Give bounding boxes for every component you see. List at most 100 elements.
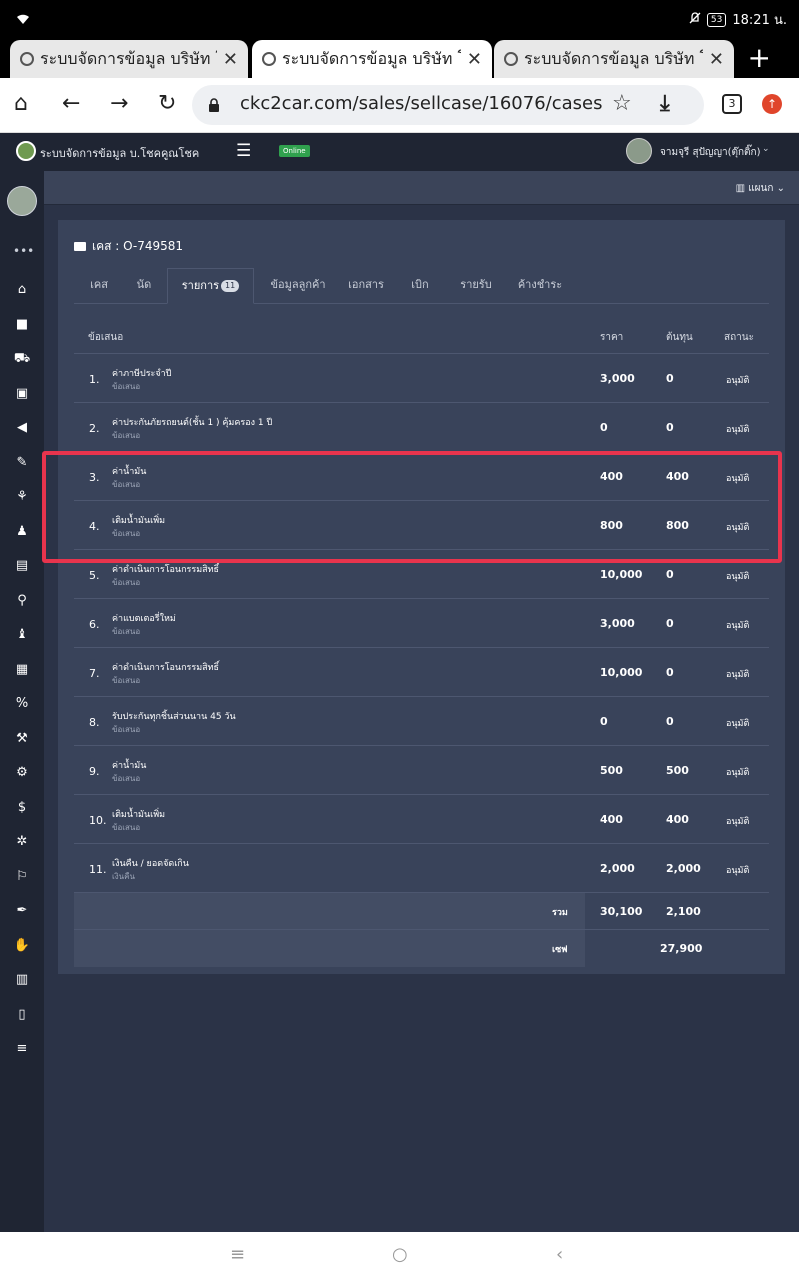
item-name: ค่าดำเนินการโอนกรรมสิทธิ์ (112, 663, 220, 673)
online-badge: Online (279, 145, 310, 157)
download-icon[interactable]: ⤓ (660, 91, 670, 116)
brand-name[interactable]: ระบบจัดการข้อมูล บ.โชคคูณโชค (40, 144, 199, 162)
home-circle-icon[interactable]: ○ (392, 1244, 408, 1265)
browser-tab[interactable]: ระบบจัดการข้อมูล บริษัท โ ✕ (10, 40, 248, 78)
cart-icon[interactable]: ⛟ (0, 351, 44, 368)
dollar-icon[interactable]: $ (0, 800, 44, 815)
sidebar-avatar[interactable] (7, 186, 37, 216)
address-toolbar: ⌂ ← → ↻ ckc2car.com/sales/sellcase/16076… (0, 78, 799, 133)
close-icon[interactable]: ✕ (223, 49, 238, 70)
sidebar: ••• ⌂ ■ ⛟ ▣ ◀ ✎ ⚘ ♟ ▤ ⚲ ♝ ▦ % ⚒ ⚙ $ ✲ ⚐ … (0, 171, 44, 1232)
list-icon[interactable]: ≡ (0, 1041, 44, 1056)
tab-case[interactable]: เคส (84, 268, 114, 304)
table-header: ข้อเสนอ ราคา ต้นทุน สถานะ (74, 316, 769, 354)
row-number: 5. (89, 569, 100, 582)
items-table-body: 1. ค่าภาษีประจำปี ข้อเสนอ 3,000 0 อนุมัติ 2. ค่… (74, 354, 769, 893)
feather-icon[interactable]: ✒ (0, 903, 44, 918)
item-status: อนุมัติ (726, 474, 750, 484)
item-price: 400 (600, 470, 623, 483)
table-row: 10. เติมน้ำมันเพิ่ม ข้อเสนอ 400 400 อนุมัติ (74, 795, 769, 844)
recents-icon[interactable]: ≡ (230, 1244, 245, 1265)
globe-icon (262, 52, 276, 66)
gear-icon[interactable]: ✲ (0, 834, 44, 849)
pen-icon[interactable]: ✎ (0, 455, 44, 470)
forward-icon[interactable]: → (110, 90, 128, 118)
hamburger-menu-icon[interactable]: ☰ (236, 141, 251, 161)
item-status: อนุมัติ (726, 866, 750, 876)
close-icon[interactable]: ✕ (467, 49, 482, 70)
logo-icon[interactable] (16, 141, 36, 161)
bookmark-icon[interactable]: ⚐ (0, 869, 44, 884)
hand-icon[interactable]: ✋ (0, 938, 44, 953)
home-icon[interactable]: ⌂ (0, 282, 44, 297)
item-name: ค่าแบตเตอรี่ใหม่ (112, 614, 176, 624)
status-bar: 53 18:21 น. (0, 0, 799, 36)
home-icon[interactable]: ⌂ (14, 90, 28, 118)
item-name: เติมน้ำมันเพิ่ม (112, 516, 166, 526)
net-label: เซฟ (552, 945, 568, 955)
item-cost: 0 (666, 568, 674, 581)
close-icon[interactable]: ✕ (709, 49, 724, 70)
column-offer: ข้อเสนอ (88, 332, 124, 343)
item-cost: 0 (666, 421, 674, 434)
calculator-icon[interactable]: ▦ (0, 662, 44, 677)
chevron-down-icon[interactable]: ⌄ (762, 144, 770, 154)
item-status: อนุมัติ (726, 425, 750, 435)
user-tie-icon[interactable]: ♟ (0, 524, 44, 539)
item-name: รับประกันทุกชิ้นส่วนนาน 45 วัน (112, 712, 236, 722)
tab-documents[interactable]: เอกสาร (342, 268, 390, 304)
case-tabs: เคส นัด รายการ 11 ข้อมูลลูกค้า เอกสาร เบิ… (74, 268, 769, 304)
item-price: 0 (600, 421, 608, 434)
user-money-icon[interactable]: ♝ (0, 627, 44, 642)
tree-icon[interactable]: ⚘ (0, 489, 44, 504)
megaphone-icon[interactable]: ◀ (0, 420, 44, 435)
update-icon[interactable]: ↑ (762, 94, 782, 114)
clock: 18:21 น. (732, 13, 787, 28)
tab-appointment[interactable]: นัด (129, 268, 159, 304)
newspaper-icon[interactable]: ▥ (0, 972, 44, 987)
back-icon[interactable]: ← (62, 90, 80, 118)
row-number: 2. (89, 422, 100, 435)
percent-icon[interactable]: % (0, 696, 44, 711)
tools-icon[interactable]: ⚙ (0, 765, 44, 780)
id-card-icon (74, 242, 86, 251)
row-number: 3. (89, 471, 100, 484)
tab-withdraw[interactable]: เบิก (404, 268, 436, 304)
item-price: 800 (600, 519, 623, 532)
item-name: ค่าดำเนินการโอนกรรมสิทธิ์ (112, 565, 220, 575)
tab-customer-info[interactable]: ข้อมูลลูกค้า (262, 268, 334, 304)
more-dots-icon: ••• (13, 244, 35, 258)
url-text[interactable]: ckc2car.com/sales/sellcase/16076/cases (240, 93, 602, 114)
payment-icon[interactable]: ⚲ (0, 593, 44, 608)
wrench-icon[interactable]: ⚒ (0, 731, 44, 746)
contact-card-icon[interactable]: ▣ (0, 386, 44, 401)
browser-tab-title: ระบบจัดการข้อมูล บริษัท โ (282, 48, 461, 68)
item-name: ค่าน้ำมัน (112, 467, 147, 477)
tab-items[interactable]: รายการ 11 (167, 268, 254, 304)
car-icon[interactable]: ■ (0, 317, 44, 332)
item-price: 3,000 (600, 617, 635, 630)
user-name[interactable]: จามจุรี สุปัญญา(ตุ๊กติ๊ก) (660, 145, 760, 160)
mobile-icon[interactable]: ▯ (0, 1007, 44, 1022)
cash-register-icon[interactable]: ▤ (0, 558, 44, 573)
tab-income[interactable]: รายรับ (454, 268, 498, 304)
new-tab-button[interactable]: + (748, 44, 771, 72)
item-price: 500 (600, 764, 623, 777)
browser-tab[interactable]: ระบบจัดการข้อมูล บริษัท โ ✕ (494, 40, 734, 78)
row-number: 11. (89, 863, 107, 876)
item-price: 10,000 (600, 568, 643, 581)
total-row: รวม 30,100 2,100 (74, 893, 769, 930)
tab-outstanding[interactable]: ค้างชำระ (514, 268, 566, 304)
item-type: เงินคืน (112, 872, 135, 881)
department-dropdown[interactable]: ▥ แผนก ⌄ (736, 181, 785, 196)
items-count-badge: 11 (221, 280, 240, 292)
tab-count-button[interactable]: 3 (722, 94, 742, 114)
url-bar[interactable]: ckc2car.com/sales/sellcase/16076/cases ☆… (192, 85, 704, 125)
item-cost: 2,000 (666, 862, 701, 875)
star-icon[interactable]: ☆ (612, 91, 632, 116)
back-chevron-icon[interactable]: ‹ (556, 1244, 563, 1265)
item-type: ข้อเสนอ (112, 774, 141, 783)
reload-icon[interactable]: ↻ (158, 90, 176, 118)
browser-tab-active[interactable]: ระบบจัดการข้อมูล บริษัท โ ✕ (252, 40, 492, 78)
avatar[interactable] (626, 138, 652, 164)
